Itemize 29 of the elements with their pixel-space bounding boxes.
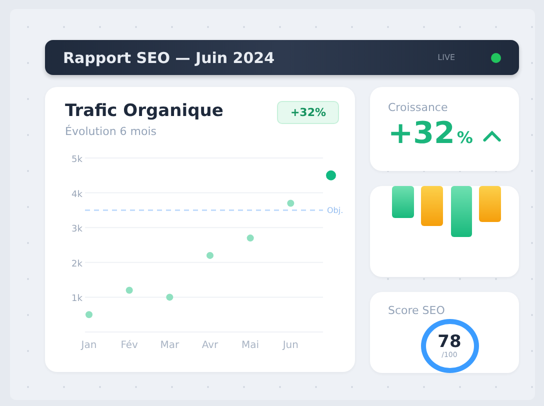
status-label: LIVE	[438, 53, 455, 62]
growth-unit: %	[456, 128, 473, 147]
data-point	[166, 294, 174, 301]
x-tick-label: Avr	[202, 340, 218, 351]
data-point	[126, 286, 133, 294]
data-point	[206, 252, 214, 259]
x-tick-label: Fév	[120, 340, 138, 351]
data-point	[326, 170, 336, 180]
y-tick-label: 5k	[72, 155, 82, 165]
growth-value: +32	[388, 116, 455, 151]
data-point	[86, 311, 92, 318]
card-subtitle: Évolution 6 mois	[65, 125, 158, 138]
report-title: Rapport SEO — Juin 2024	[63, 48, 276, 66]
x-tick-label: Jan	[81, 340, 97, 351]
y-tick-label: 1k	[72, 294, 82, 304]
y-tick-label: 2k	[72, 259, 82, 270]
score-value: 78	[438, 334, 462, 350]
card-title: Trafic Organique	[65, 101, 224, 121]
data-point	[246, 234, 254, 242]
x-tick-label: Jun	[282, 340, 298, 351]
x-tick-label: Mar	[160, 340, 180, 351]
growth-badge: +32%	[277, 101, 339, 124]
card-label: Croissance	[388, 101, 449, 114]
target-label: Obj.	[327, 206, 344, 216]
card-label: Score SEO	[388, 304, 446, 317]
x-tick-label: Mai	[242, 340, 260, 351]
y-tick-label: 4k	[72, 190, 82, 200]
y-tick-label: 3k	[72, 224, 82, 235]
data-point	[287, 200, 294, 207]
